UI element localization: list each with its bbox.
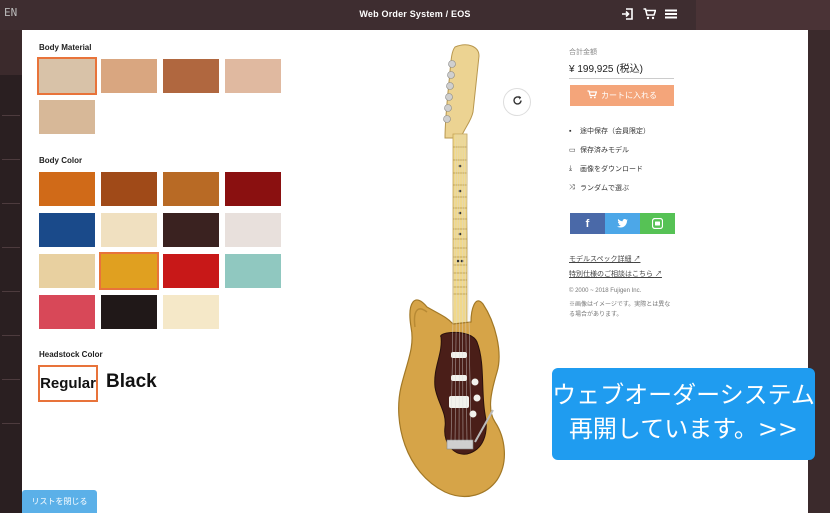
external-link-icon: ↗ [633, 256, 641, 263]
headstock-color-title: Headstock Color [39, 350, 103, 359]
facebook-share-button[interactable]: f [570, 213, 605, 234]
body-material-swatch[interactable] [37, 57, 97, 95]
body-material-swatch[interactable] [39, 100, 95, 134]
save-progress-link[interactable]: ▪ 途中保存（会員限定） [569, 126, 650, 136]
body-material-swatch[interactable] [225, 59, 281, 93]
model-spec-link[interactable]: モデルスペック詳細 ↗ [569, 254, 640, 264]
body-material-swatch[interactable] [163, 59, 219, 93]
body-color-title: Body Color [39, 156, 83, 165]
body-color-swatch[interactable] [39, 213, 95, 247]
body-color-swatch[interactable] [99, 252, 159, 290]
header-actions [621, 8, 678, 21]
image-notice-text: ※画像はイメージです。実際とは異なる場合があります。 [569, 302, 671, 318]
refresh-icon [512, 95, 523, 109]
twitter-share-button[interactable] [605, 213, 640, 234]
download-icon: ⤓ [569, 165, 573, 172]
body-color-swatch[interactable] [225, 254, 281, 288]
banner-line-1: ウェブオーダーシステム [552, 381, 815, 409]
body-color-swatch[interactable] [163, 213, 219, 247]
cart-button-label: カートに入れる [601, 91, 657, 100]
body-color-swatch[interactable] [101, 295, 157, 329]
body-color-swatch[interactable] [225, 213, 281, 247]
add-to-cart-button[interactable]: カートに入れる [570, 85, 674, 106]
body-material-title: Body Material [39, 43, 92, 52]
folder-icon: ▭ [569, 147, 576, 154]
special-order-link[interactable]: 特別仕様のご相談はこちら ↗ [569, 269, 662, 279]
cart-icon [587, 90, 598, 101]
total-price: ¥ 199,925 (税込) [569, 60, 674, 79]
top-bar: EN Web Order System / EOS [0, 0, 830, 30]
body-color-swatch[interactable] [225, 172, 281, 206]
left-rail [0, 75, 22, 513]
web-order-banner[interactable]: ウェブオーダーシステム 再開しています。>> [552, 368, 815, 460]
rotate-view-button[interactable] [503, 88, 531, 116]
menu-icon[interactable] [665, 8, 678, 21]
total-label: 合計金額 [569, 49, 597, 56]
body-color-swatch[interactable] [101, 172, 157, 206]
body-color-swatch[interactable] [39, 254, 95, 288]
cart-icon[interactable] [643, 8, 657, 21]
headstock-option-black[interactable]: Black [106, 371, 157, 393]
random-select-link[interactable]: ⤨ ランダムで選ぶ [569, 183, 629, 193]
login-icon[interactable] [621, 8, 634, 21]
share-buttons: f [570, 213, 675, 234]
guitar-preview-image [398, 44, 505, 497]
body-color-swatch[interactable] [101, 213, 157, 247]
close-list-button[interactable]: リストを閉じる [22, 490, 97, 513]
saved-models-link[interactable]: ▭ 保存済みモデル [569, 145, 629, 155]
line-icon [652, 218, 663, 229]
body-color-swatch[interactable] [163, 295, 219, 329]
line-share-button[interactable] [640, 213, 675, 234]
body-color-swatch[interactable] [163, 254, 219, 288]
shuffle-icon: ⤨ [569, 184, 575, 191]
topbar-shade [696, 0, 830, 30]
body-material-swatch[interactable] [101, 59, 157, 93]
headstock-option-regular[interactable]: Regular [38, 365, 98, 402]
copyright-text: © 2000 ~ 2018 Fujigen Inc. [569, 288, 642, 294]
save-icon: ▪ [569, 127, 572, 135]
body-color-swatch[interactable] [163, 172, 219, 206]
external-link-icon: ↗ [654, 271, 662, 278]
download-image-link[interactable]: ⤓ 画像をダウンロード [569, 164, 643, 174]
body-color-swatch[interactable] [39, 172, 95, 206]
twitter-icon [617, 219, 628, 228]
banner-line-2: 再開しています。>> [568, 415, 799, 443]
body-color-swatch[interactable] [39, 295, 95, 329]
